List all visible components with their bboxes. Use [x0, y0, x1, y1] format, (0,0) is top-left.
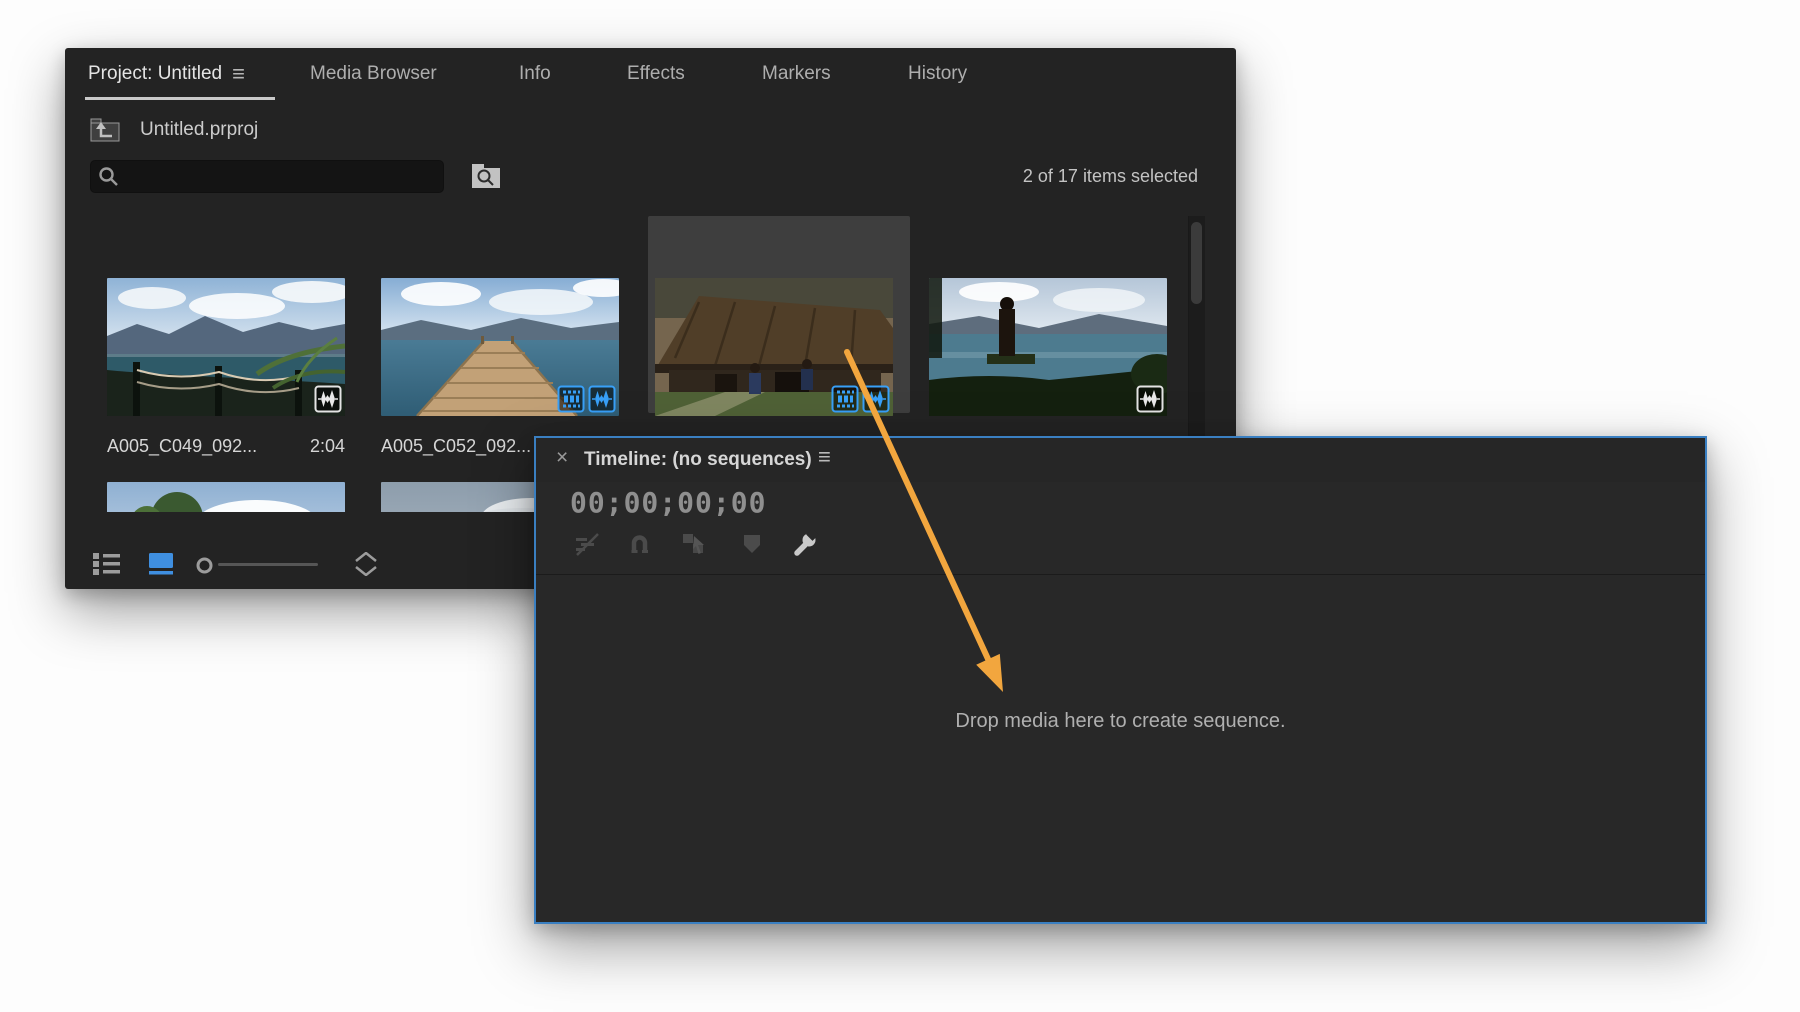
clip-thumbnail-2[interactable] — [381, 278, 619, 416]
video-usage-badge — [831, 385, 859, 413]
clip-thumbnail-1[interactable] — [107, 278, 345, 416]
new-search-bin-button[interactable] — [470, 161, 502, 191]
linked-selection-icon — [680, 530, 708, 558]
snap-button[interactable] — [625, 530, 653, 558]
sort-icons-icon — [355, 552, 377, 576]
audio-usage-badge — [862, 385, 890, 413]
tab-project-label: Project: Untitled — [88, 63, 222, 85]
tab-effects[interactable]: Effects — [627, 48, 685, 100]
scene-tree-against-clouds — [107, 482, 345, 512]
sort-icons-button[interactable] — [355, 552, 377, 576]
clip-duration: 2:04 — [310, 436, 345, 457]
tab-markers[interactable]: Markers — [762, 48, 831, 100]
timeline-panel: × Timeline: (no sequences) ≡ 00;00;00;00 — [534, 436, 1707, 924]
clip-name: A005_C052_092... — [381, 436, 531, 457]
nest-sequence-icon — [573, 530, 601, 558]
insert-overwrite-nests-button[interactable] — [573, 530, 601, 558]
scene-girl-overlooking-lake — [929, 278, 1167, 416]
grid-scrollbar-thumb[interactable] — [1191, 222, 1202, 304]
navigate-up-bin-icon[interactable] — [90, 117, 120, 143]
clip-name: A005_C049_092... — [107, 436, 257, 457]
panel-menu-icon[interactable]: ≡ — [232, 63, 245, 85]
timeline-title: Timeline: (no sequences) — [584, 449, 812, 471]
breadcrumb-label: Untitled.prproj — [140, 119, 258, 141]
zoom-slider-knob[interactable] — [196, 557, 213, 574]
breadcrumb: Untitled.prproj — [90, 114, 258, 146]
timeline-display-settings-button[interactable] — [791, 530, 819, 558]
audio-usage-badge — [588, 385, 616, 413]
tab-info[interactable]: Info — [519, 48, 551, 100]
timeline-divider — [536, 574, 1705, 575]
clip-thumbnail-4[interactable] — [929, 278, 1167, 416]
tab-project[interactable]: Project: Untitled ≡ — [88, 48, 245, 100]
timeline-drop-zone[interactable]: Drop media here to create sequence. — [536, 576, 1705, 922]
desktop: Project: Untitled ≡ Media Browser Info E… — [0, 0, 1800, 1012]
audio-usage-badge — [1136, 385, 1164, 413]
magnet-icon — [625, 530, 653, 558]
marker-icon — [738, 530, 766, 558]
add-marker-button[interactable] — [738, 530, 766, 558]
icon-view-icon — [148, 551, 174, 577]
scene-lake-overlook-fence — [107, 278, 345, 416]
search-bin-icon — [470, 161, 502, 191]
drop-message: Drop media here to create sequence. — [536, 710, 1705, 733]
search-input[interactable] — [90, 160, 444, 193]
tab-history[interactable]: History — [908, 48, 967, 100]
linked-selection-button[interactable] — [680, 530, 708, 558]
tab-media-browser[interactable]: Media Browser — [310, 48, 437, 100]
zoom-slider-track[interactable] — [218, 563, 318, 566]
video-usage-badge — [557, 385, 585, 413]
list-view-button[interactable] — [93, 551, 121, 577]
panel-tab-bar: Project: Untitled ≡ Media Browser Info E… — [65, 48, 1236, 100]
wrench-icon — [791, 530, 819, 558]
icon-view-button[interactable] — [148, 551, 174, 577]
clip-thumbnail-5[interactable] — [107, 482, 345, 512]
clip-label-1: A005_C049_092... 2:04 — [107, 434, 345, 458]
active-tab-underline — [85, 97, 275, 100]
slider-knob-icon — [196, 557, 213, 574]
audio-usage-badge — [314, 385, 342, 413]
timeline-panel-menu-icon[interactable]: ≡ — [818, 446, 831, 468]
list-view-icon — [93, 551, 121, 577]
timecode-display[interactable]: 00;00;00;00 — [570, 486, 766, 519]
clip-thumbnail-3[interactable] — [655, 278, 893, 416]
selection-status: 2 of 17 items selected — [1023, 166, 1198, 187]
close-panel-icon[interactable]: × — [556, 447, 568, 468]
